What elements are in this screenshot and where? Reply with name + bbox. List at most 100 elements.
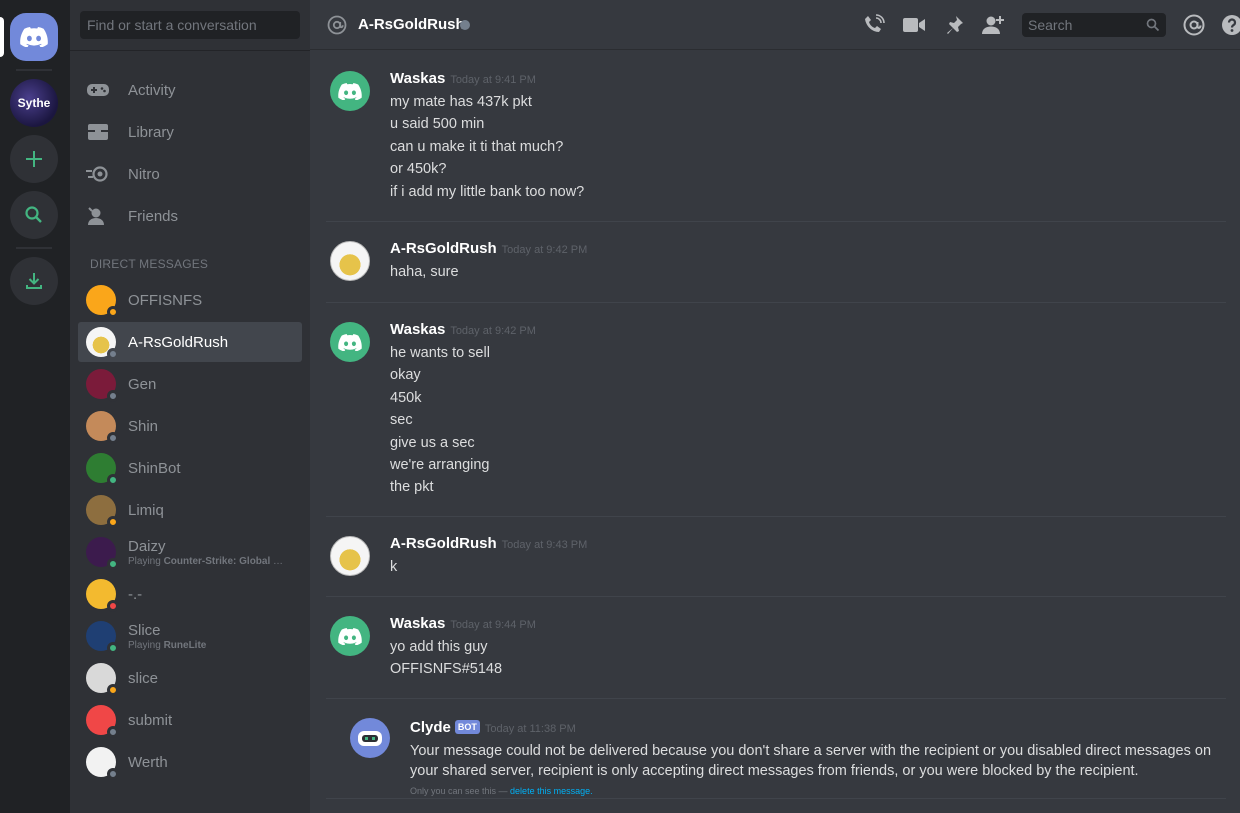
message-divider	[326, 221, 1226, 222]
plus-icon	[26, 151, 42, 167]
voice-call-icon[interactable]	[862, 13, 886, 37]
dm-item[interactable]: Limiq	[78, 490, 302, 530]
dm-item[interactable]: Werth	[78, 742, 302, 782]
dm-name: ShinBot	[128, 459, 181, 477]
dm-item[interactable]: Shin	[78, 406, 302, 446]
avatar	[86, 537, 119, 570]
help-icon[interactable]	[1220, 13, 1240, 37]
message-avatar[interactable]	[330, 322, 370, 362]
video-call-icon[interactable]	[902, 13, 926, 37]
dm-activity: Playing RuneLite	[128, 640, 206, 651]
message-avatar[interactable]	[330, 71, 370, 111]
add-friend-to-dm-icon[interactable]	[982, 13, 1006, 37]
message-timestamp: Today at 9:43 PM	[501, 539, 588, 551]
channel-name: A-RsGoldRush	[358, 16, 465, 33]
avatar	[86, 453, 119, 486]
chat-header: A-RsGoldRush Search	[310, 0, 1240, 50]
message-timestamp: Today at 9:41 PM	[450, 74, 536, 86]
find-conversation-input[interactable]: Find or start a conversation	[80, 11, 300, 39]
message-line: sec	[390, 412, 413, 429]
message-line: OFFISNFS#5148	[390, 661, 503, 678]
message-line: haha, sure	[390, 264, 459, 280]
message-author[interactable]: A-RsGoldRush	[390, 535, 497, 552]
search-placeholder: Search	[1028, 17, 1073, 33]
guild-sythe-label: Sythe	[17, 96, 51, 110]
dm-item[interactable]: Daizy Playing Counter-Strike: Global Offe…	[78, 532, 302, 572]
message-author[interactable]: Waskas	[390, 70, 445, 87]
dm-name: Slice	[128, 621, 161, 639]
clyde-author-line: Clyde BOT Today at 11:38 PM	[410, 719, 576, 736]
guild-sythe[interactable]: Sythe	[10, 79, 58, 127]
message-avatar[interactable]	[330, 241, 370, 281]
dm-name: OFFISNFS	[128, 291, 203, 309]
dm-text: Limiq	[128, 502, 164, 519]
dm-item[interactable]: -.-	[78, 574, 302, 614]
avatar	[86, 705, 119, 738]
ephemeral-note: Only you can see this — delete this mess…	[410, 786, 593, 796]
dm-text: A-RsGoldRush	[128, 334, 228, 351]
explore-servers-button[interactable]	[10, 191, 58, 239]
dm-sidebar: Find or start a conversation Activity Li…	[70, 0, 310, 813]
dm-name: Gen	[128, 375, 157, 393]
clyde-avatar[interactable]	[350, 718, 390, 758]
sidebar-divider	[70, 50, 310, 51]
clyde-message-text: Your message could not be delivered beca…	[410, 743, 1212, 779]
dm-item[interactable]: Gen	[78, 364, 302, 404]
nav-activity[interactable]: Activity	[78, 70, 302, 110]
nav-friends-label: Friends	[128, 207, 179, 225]
add-server-button[interactable]	[10, 135, 58, 183]
message-author[interactable]: A-RsGoldRush	[390, 240, 497, 257]
dm-item[interactable]: slice	[78, 658, 302, 698]
dm-text: slice	[128, 670, 158, 687]
presence-status-dot	[460, 20, 470, 30]
dm-item[interactable]: ShinBot	[78, 448, 302, 488]
nav-nitro-label: Nitro	[128, 165, 160, 183]
delete-message-link[interactable]: delete this message.	[510, 786, 593, 796]
gamepad-icon	[86, 78, 110, 102]
message-line: or 450k?	[390, 161, 447, 178]
message-timestamp: Today at 9:44 PM	[450, 619, 536, 631]
nav-library[interactable]: Library	[78, 112, 302, 152]
dm-text: Daizy Playing Counter-Strike: Global Offe…	[128, 538, 288, 567]
message-line: the pkt	[390, 479, 434, 496]
message-line: my mate has 437k pkt	[390, 94, 532, 110]
dm-item[interactable]: submit	[78, 700, 302, 740]
message-avatar[interactable]	[330, 616, 370, 656]
message-divider	[326, 302, 1226, 303]
message-author[interactable]: Waskas	[390, 321, 445, 338]
dm-name: slice	[128, 669, 159, 687]
message-avatar[interactable]	[330, 536, 370, 576]
dm-item[interactable]: OFFISNFS	[78, 280, 302, 320]
pinned-messages-icon[interactable]	[942, 13, 966, 37]
dm-text: Shin	[128, 418, 158, 435]
discord-logo-icon	[338, 334, 362, 351]
message-author[interactable]: Waskas	[390, 615, 445, 632]
message-divider	[326, 698, 1226, 699]
dm-item[interactable]: Slice Playing RuneLite	[78, 616, 302, 656]
nav-activity-label: Activity	[128, 81, 176, 99]
nav-nitro[interactable]: Nitro	[78, 154, 302, 194]
message-content: yo add this guy OFFISNFS#5148	[390, 636, 502, 681]
message-line: u said 500 min	[390, 116, 485, 133]
dm-item[interactable]: A-RsGoldRush	[78, 322, 302, 362]
message-line: we're arranging	[390, 457, 490, 474]
message-divider	[326, 516, 1226, 517]
at-sign-icon	[327, 15, 347, 35]
download-apps-button[interactable]	[10, 257, 58, 305]
search-input[interactable]: Search	[1022, 13, 1166, 37]
dm-name: Limiq	[128, 501, 164, 519]
message-content: my mate has 437k pkt u said 500 min can u …	[390, 91, 584, 203]
nav-friends[interactable]: Friends	[78, 196, 302, 236]
avatar	[86, 621, 119, 654]
home-button[interactable]	[10, 13, 58, 61]
activity-prefix: Playing	[128, 639, 164, 651]
mentions-icon[interactable]	[1182, 13, 1206, 37]
status-indicator	[107, 432, 119, 444]
dm-name: Shin	[128, 417, 159, 435]
nitro-icon	[86, 162, 110, 186]
guild-separator	[16, 247, 52, 249]
clyde-author[interactable]: Clyde	[410, 719, 451, 736]
message-line: can u make it ti that much?	[390, 138, 564, 155]
status-indicator	[107, 768, 119, 780]
library-icon	[86, 120, 110, 144]
